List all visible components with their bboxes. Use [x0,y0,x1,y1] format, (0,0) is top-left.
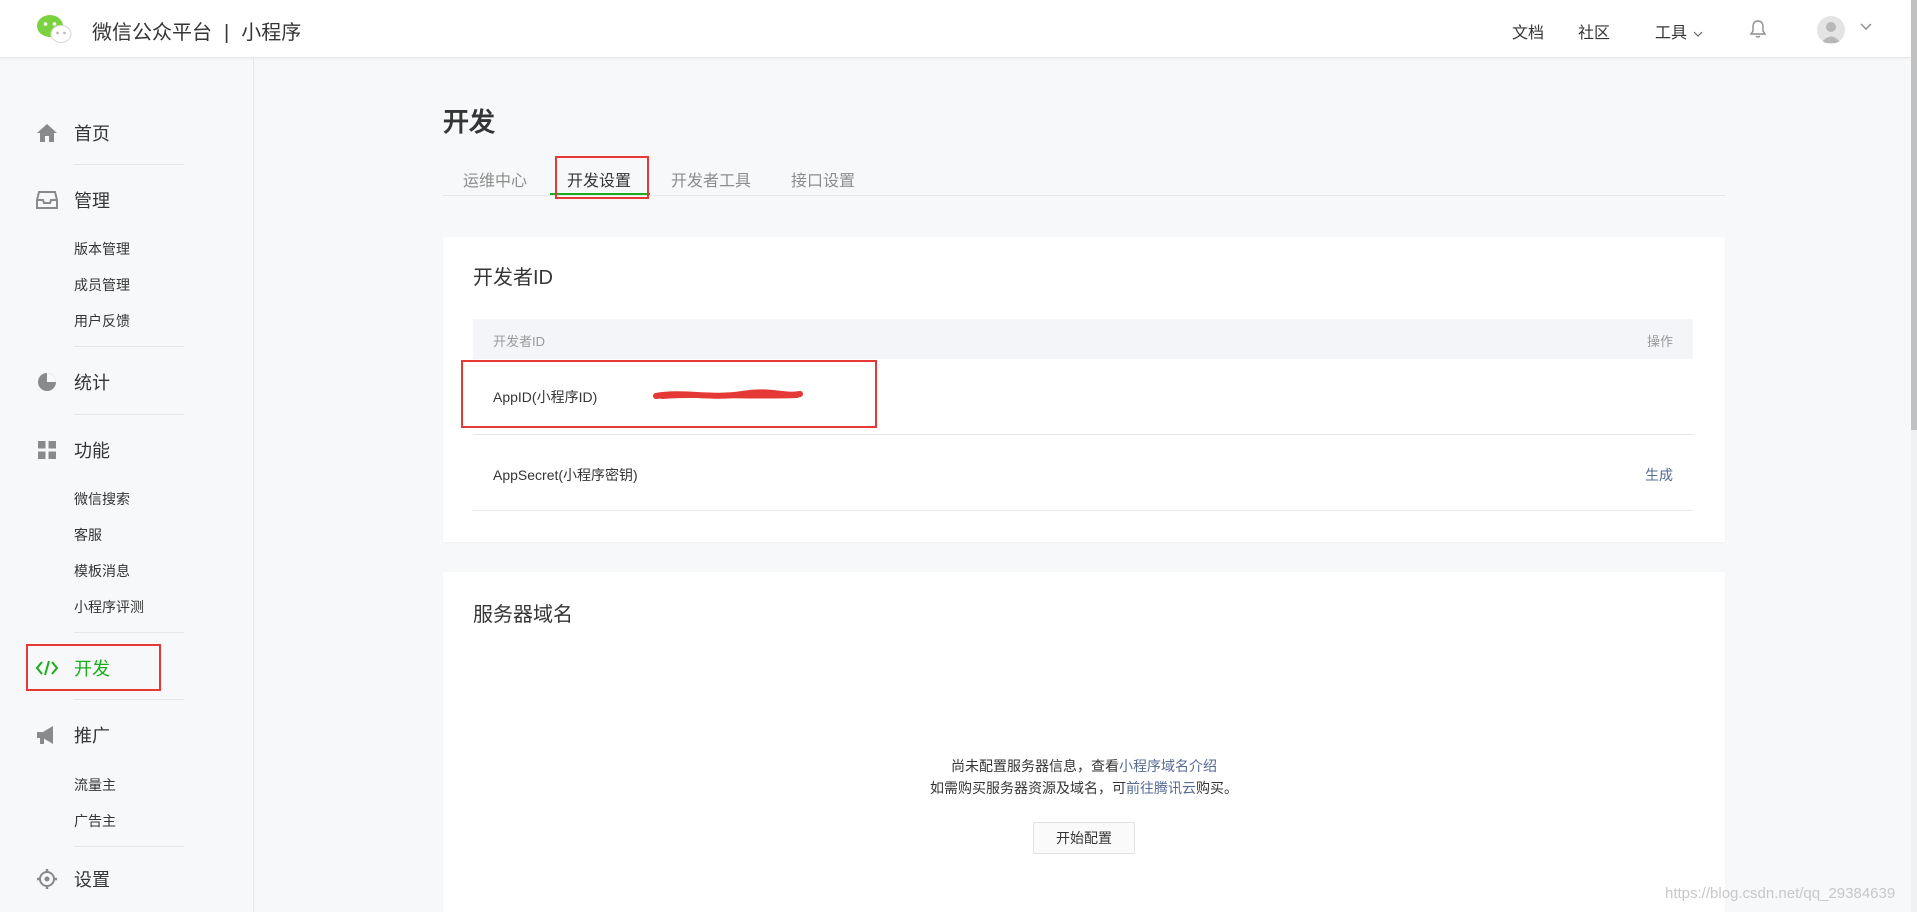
chevron-down-icon [1694,31,1703,37]
sidebar: 首页 管理 版本管理 成员管理 用户反馈 统计 功能 微信搜索 客服 模板消息 … [0,58,254,912]
empty-hint-text: 尚未配置服务器信息，查看 [951,758,1119,774]
sidebar-item-settings[interactable]: 设置 [36,866,110,892]
tab-dev-tools[interactable]: 开发者工具 [671,167,751,191]
sidebar-divider [74,632,184,633]
active-tab-indicator [550,193,650,195]
gear-icon [36,868,58,890]
user-icon [1821,22,1841,43]
sidebar-item-label: 管理 [74,191,110,211]
product-name: 小程序 [241,22,302,44]
column-header-action: 操作 [1646,334,1673,349]
watermark: https://blog.csdn.net/qq_29384639 [1665,885,1896,902]
sidebar-item-stats[interactable]: 统计 [36,369,110,395]
page-scrollbar[interactable] [1911,0,1917,912]
chevron-down-icon[interactable] [1860,22,1872,32]
bell-icon[interactable] [1747,18,1769,40]
sidebar-item-home[interactable]: 首页 [36,120,110,146]
sidebar-subitem-template-msg[interactable]: 模板消息 [74,561,130,581]
avatar[interactable] [1817,16,1845,44]
table-row-appsecret: AppSecret(小程序密钥) 生成 [473,435,1693,511]
sidebar-item-promote[interactable]: 推广 [36,722,110,748]
pie-chart-icon [36,371,58,393]
sidebar-divider [74,414,184,415]
sidebar-item-label: 首页 [74,124,110,144]
domain-intro-link[interactable]: 小程序域名介绍 [1119,758,1217,774]
appsecret-label: AppSecret(小程序密钥) [493,467,638,483]
empty-hint-text: 购买。 [1196,780,1238,796]
tab-api-settings[interactable]: 接口设置 [791,167,855,191]
scrollbar-thumb[interactable] [1911,0,1917,430]
sidebar-item-develop[interactable]: 开发 [36,655,110,681]
top-header: 微信公众平台 | 小程序 文档 社区 工具 [0,0,1912,58]
sidebar-item-label: 功能 [74,441,110,461]
nav-tools-label: 工具 [1655,25,1688,42]
inbox-icon [36,189,58,211]
sidebar-item-label: 设置 [74,870,110,890]
sidebar-subitem-advertiser[interactable]: 广告主 [74,811,116,831]
brand-title[interactable]: 微信公众平台 | 小程序 [92,16,301,45]
developer-id-title: 开发者ID [473,267,553,289]
brand-name: 微信公众平台 [92,22,212,44]
server-domain-card: 服务器域名 尚未配置服务器信息，查看小程序域名介绍 如需购买服务器资源及域名，可… [443,572,1725,912]
sidebar-subitem-customer-service[interactable]: 客服 [74,525,102,545]
sidebar-divider [74,346,184,347]
redaction-scribble [653,389,803,399]
column-header-id: 开发者ID [493,334,546,349]
tab-bar: 运维中心 开发设置 开发者工具 接口设置 [443,160,1725,196]
sidebar-item-label: 推广 [74,726,110,746]
home-icon [36,122,58,144]
sidebar-item-label: 统计 [74,373,110,393]
sidebar-subitem-evaluation[interactable]: 小程序评测 [74,597,144,617]
wechat-logo-icon [37,15,72,43]
sidebar-divider [74,699,184,700]
empty-hint-text: 如需购买服务器资源及域名，可 [930,780,1126,796]
page-title: 开发 [443,107,496,137]
developer-id-card: 开发者ID 开发者ID 操作 AppID(小程序ID) AppSecret(小程… [443,237,1725,542]
grid-icon [36,439,58,461]
generate-secret-link[interactable]: 生成 [1645,465,1673,485]
nav-tools-menu[interactable]: 工具 [1655,19,1703,43]
empty-hint-line2: 如需购买服务器资源及域名，可前往腾讯云购买。 [443,778,1725,798]
sidebar-item-manage[interactable]: 管理 [36,187,110,213]
code-icon [36,657,58,679]
nav-community-link[interactable]: 社区 [1578,19,1610,43]
sidebar-subitem-version[interactable]: 版本管理 [74,239,130,259]
tab-dev-settings[interactable]: 开发设置 [567,167,631,191]
sidebar-subitem-members[interactable]: 成员管理 [74,275,130,295]
empty-hint-line1: 尚未配置服务器信息，查看小程序域名介绍 [443,756,1725,776]
server-domain-title: 服务器域名 [473,604,573,626]
tencent-cloud-link[interactable]: 前往腾讯云 [1126,780,1196,796]
tab-ops-center[interactable]: 运维中心 [463,167,527,191]
nav-docs-link[interactable]: 文档 [1512,19,1544,43]
sidebar-item-label: 开发 [74,659,110,679]
sidebar-subitem-wechat-search[interactable]: 微信搜索 [74,489,130,509]
megaphone-icon [36,724,58,746]
table-header: 开发者ID 操作 [473,319,1693,359]
sidebar-subitem-traffic-owner[interactable]: 流量主 [74,775,116,795]
brand-separator: | [224,22,230,44]
start-config-button[interactable]: 开始配置 [1033,822,1135,854]
sidebar-divider [74,846,184,847]
sidebar-item-features[interactable]: 功能 [36,437,110,463]
appid-label: AppID(小程序ID) [493,389,598,405]
sidebar-divider [74,164,184,165]
sidebar-subitem-feedback[interactable]: 用户反馈 [74,311,130,331]
